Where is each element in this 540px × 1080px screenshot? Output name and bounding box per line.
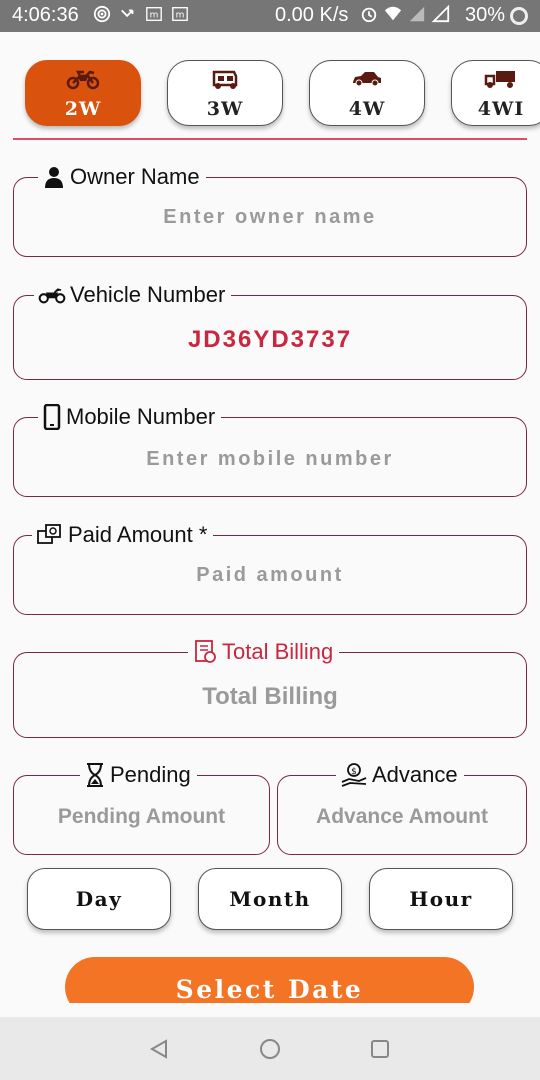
paid-amount-label: Paid Amount *: [68, 522, 208, 547]
svg-text:m: m: [150, 11, 159, 21]
status-time: 4:06:36: [12, 4, 79, 26]
vehicle-number-field[interactable]: Vehicle Number JD36YD3737: [13, 281, 527, 380]
advance-label: Advance: [372, 762, 458, 787]
missed-call-icon: [121, 9, 134, 18]
tab-divider: [13, 138, 527, 140]
paid-amount-field[interactable]: Paid Amount * Paid amount: [13, 521, 527, 615]
total-billing-value: Total Billing: [202, 683, 338, 710]
person-icon: [45, 167, 63, 188]
mobile-number-field[interactable]: Mobile Number Enter mobile number: [13, 403, 527, 497]
target-icon: [93, 5, 111, 23]
tab-4wi[interactable]: 4WI: [451, 60, 540, 126]
pending-input[interactable]: Pending Amount: [14, 805, 269, 829]
advance-input[interactable]: Advance Amount: [278, 805, 526, 829]
auto-rickshaw-icon: [212, 70, 238, 89]
pending-label: Pending: [110, 762, 191, 787]
svg-text:m: m: [176, 11, 185, 21]
signal-2-icon: [432, 5, 450, 23]
battery-percent: 30%: [465, 4, 506, 26]
total-billing-field: Total Billing Total Billing: [13, 638, 527, 738]
owner-name-input[interactable]: Enter owner name: [14, 206, 526, 229]
recents-icon: [371, 1039, 389, 1058]
vehicle-tabs: 2W 3W 4W 4WI: [0, 60, 540, 130]
owner-name-field[interactable]: Owner Name Enter owner name: [13, 163, 527, 257]
payment-icon: [37, 524, 61, 544]
truck-icon: [484, 71, 515, 88]
battery-icon: [510, 7, 528, 25]
tab-2w[interactable]: 2W: [25, 60, 141, 126]
mobile-number-input[interactable]: Enter mobile number: [14, 448, 526, 471]
network-speed: 0.00 K/s: [275, 4, 349, 26]
wifi-icon: [384, 6, 402, 21]
navigation-bar: [0, 1017, 540, 1080]
alarm-icon: [361, 7, 377, 23]
recents-button[interactable]: [350, 1017, 410, 1080]
money-hand-icon: $: [341, 763, 367, 787]
hourglass-icon: [87, 763, 103, 787]
day-button[interactable]: Day: [27, 868, 171, 930]
month-button[interactable]: Month: [198, 868, 342, 930]
tab-4w[interactable]: 4W: [309, 60, 425, 126]
car-icon: [353, 72, 381, 87]
hour-button[interactable]: Hour: [369, 868, 513, 930]
vehicle-number-label: Vehicle Number: [70, 282, 226, 307]
select-date-button[interactable]: Select Date: [65, 957, 474, 1003]
back-button[interactable]: [129, 1017, 189, 1080]
status-bar: 4:06:36 m m 0.00 K/s 30%: [0, 0, 540, 32]
phone-icon: [43, 404, 61, 430]
owner-name-label: Owner Name: [70, 164, 200, 189]
app-m-icon: m: [146, 7, 162, 21]
signal-icon: [409, 6, 425, 22]
home-icon: [260, 1038, 280, 1059]
mobile-number-label: Mobile Number: [66, 404, 216, 429]
invoice-icon: [195, 640, 216, 663]
pending-field[interactable]: Pending Pending Amount: [13, 761, 270, 855]
vehicle-number-input[interactable]: JD36YD3737: [14, 326, 526, 354]
tab-3w[interactable]: 3W: [167, 60, 283, 126]
home-button[interactable]: [240, 1017, 300, 1080]
total-billing-label: Total Billing: [222, 639, 334, 664]
paid-amount-input[interactable]: Paid amount: [14, 564, 526, 587]
motorcycle-icon: [38, 288, 66, 304]
motorcycle-icon: [66, 70, 100, 90]
svg-text:$: $: [351, 767, 357, 777]
back-icon: [149, 1038, 167, 1059]
app-m2-icon: m: [172, 7, 188, 21]
advance-field[interactable]: $ Advance Advance Amount: [277, 761, 527, 855]
